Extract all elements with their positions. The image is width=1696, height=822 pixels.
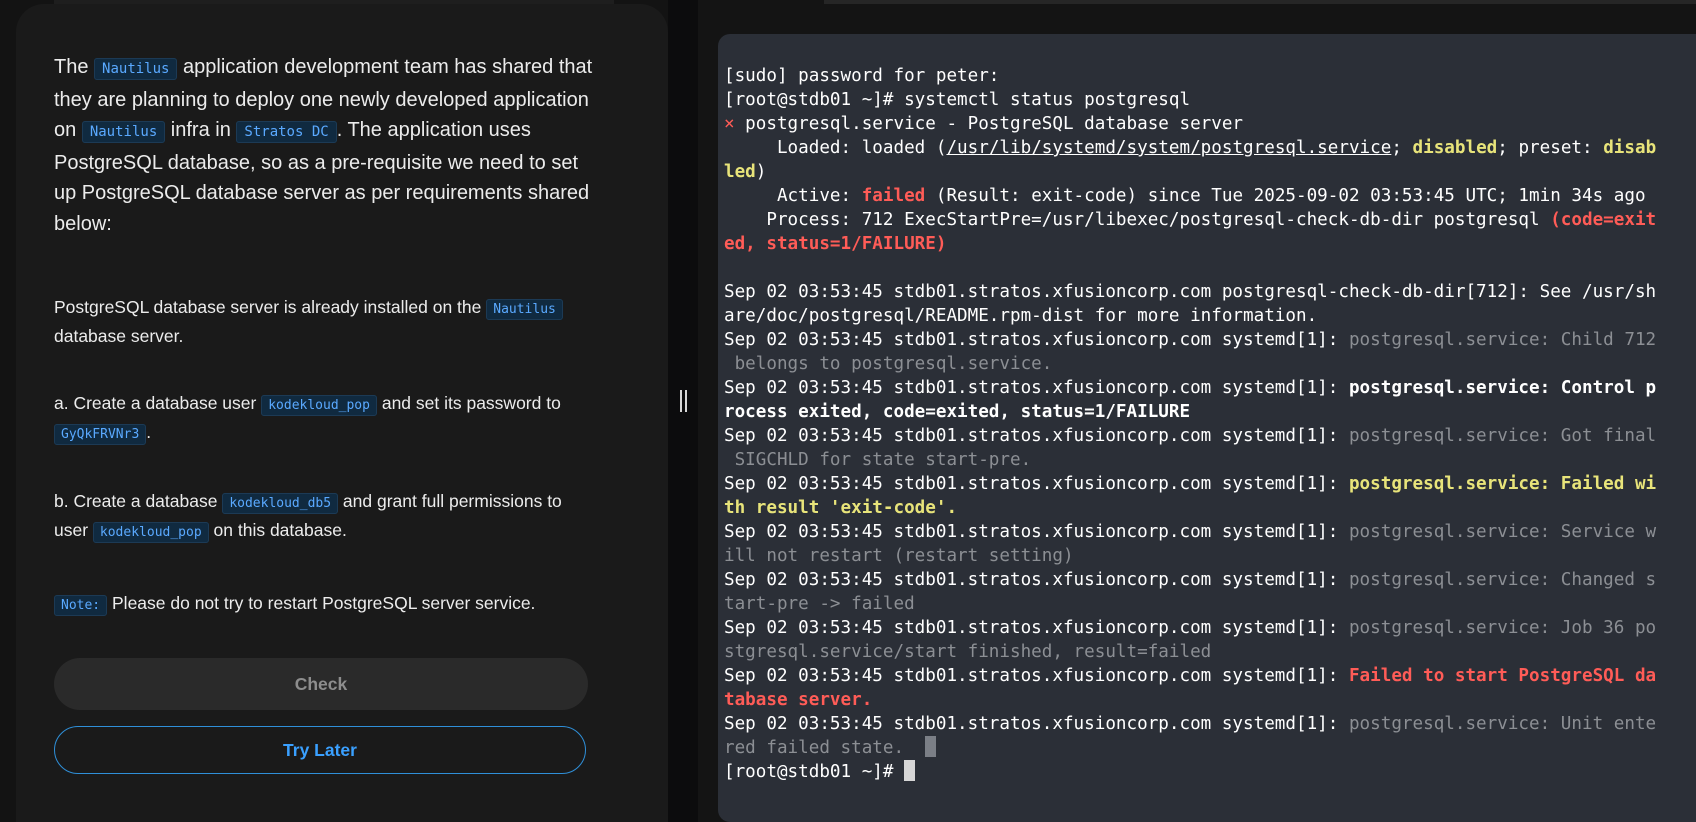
terminal-line: th result 'exit-code'. [724, 498, 958, 518]
terminal-line: Sep 02 03:53:45 stdb01.stratos.xfusionco… [724, 426, 1657, 446]
code-tag: Nautilus [94, 58, 178, 80]
terminal-line: Sep 02 03:53:45 stdb01.stratos.xfusionco… [724, 666, 1657, 686]
terminal-line: are/doc/postgresql/README.rpm-dist for m… [724, 306, 1318, 326]
terminal-line: Sep 02 03:53:45 stdb01.stratos.xfusionco… [724, 618, 1657, 638]
terminal-line: × postgresql.service - PostgreSQL databa… [724, 114, 1244, 134]
grip-line-icon [684, 390, 687, 412]
code-tag: Nautilus [81, 121, 166, 143]
terminal-line: SIGCHLD for state start-pre. [724, 450, 1032, 470]
terminal-line: rocess exited, code=exited, status=1/FAI… [724, 402, 1191, 422]
code-tag: Stratos DC [236, 121, 337, 143]
code-tag: kodekloud_db5 [222, 493, 339, 514]
requirement-user: a. Create a database user kodekloud_pop … [54, 390, 594, 448]
terminal-prompt-line[interactable]: [root@stdb01 ~]# [724, 760, 1696, 784]
terminal-line: tart-pre -> failed [724, 594, 915, 614]
terminal-cursor [904, 760, 916, 781]
terminal-window[interactable]: [sudo] password for peter: [root@stdb01 … [718, 34, 1696, 822]
code-tag: Nautilus [486, 299, 563, 320]
terminal-line: Sep 02 03:53:45 stdb01.stratos.xfusionco… [724, 522, 1657, 542]
check-button[interactable]: Check [54, 658, 588, 710]
task-description: The Nautilus application development tea… [54, 52, 594, 616]
terminal-line: Sep 02 03:53:45 stdb01.stratos.xfusionco… [724, 714, 1657, 734]
terminal-line: led) [724, 162, 767, 182]
terminal-line: belongs to postgresql.service. [724, 354, 1053, 374]
panel-resize-handle[interactable] [676, 390, 690, 412]
unit-file-link[interactable]: /usr/lib/systemd/system/postgresql.servi… [946, 138, 1391, 158]
terminal-line: stgresql.service/start finished, result=… [724, 642, 1212, 662]
requirement-database: b. Create a database kodekloud_db5 and g… [54, 488, 594, 546]
code-tag: GyQkFRVNr3 [54, 424, 147, 445]
terminal-line: Active: failed (Result: exit-code) since… [724, 186, 1646, 206]
terminal-line: Sep 02 03:53:45 stdb01.stratos.xfusionco… [724, 330, 1657, 350]
fail-x-icon: × [724, 114, 735, 134]
terminal-line: Sep 02 03:53:45 stdb01.stratos.xfusionco… [724, 378, 1657, 398]
try-later-button[interactable]: Try Later [54, 726, 586, 774]
terminal-line: [sudo] password for peter: [724, 66, 1000, 86]
terminal-line: [root@stdb01 ~]# systemctl status postgr… [724, 90, 1191, 110]
note-tag: Note: [54, 595, 108, 616]
terminal-line: Sep 02 03:53:45 stdb01.stratos.xfusionco… [724, 474, 1657, 494]
terminal-line: Sep 02 03:53:45 stdb01.stratos.xfusionco… [724, 570, 1657, 590]
terminal-cursor-ghost [925, 736, 937, 757]
task-intro: The Nautilus application development tea… [54, 56, 593, 235]
terminal-output: [sudo] password for peter: [root@stdb01 … [724, 64, 1696, 784]
terminal-line: ill not restart (restart setting) [724, 546, 1074, 566]
terminal-line: Sep 02 03:53:45 stdb01.stratos.xfusionco… [724, 282, 1657, 302]
terminal-line: red failed state. [724, 736, 1696, 760]
terminal-line: ed, status=1/FAILURE) [724, 234, 947, 254]
terminal-line: Loaded: loaded (/usr/lib/systemd/system/… [724, 138, 1657, 158]
task-note: Note: Please do not try to restart Postg… [54, 590, 594, 619]
code-tag: kodekloud_pop [92, 522, 209, 543]
terminal-line: tabase server. [724, 690, 873, 710]
code-tag: kodekloud_pop [261, 395, 377, 416]
grip-line-icon [679, 390, 682, 412]
terminal-line: Process: 712 ExecStartPre=/usr/libexec/p… [724, 210, 1657, 230]
requirement-install: PostgreSQL database server is already in… [54, 294, 594, 350]
terminal-top-edge [824, 0, 1696, 4]
